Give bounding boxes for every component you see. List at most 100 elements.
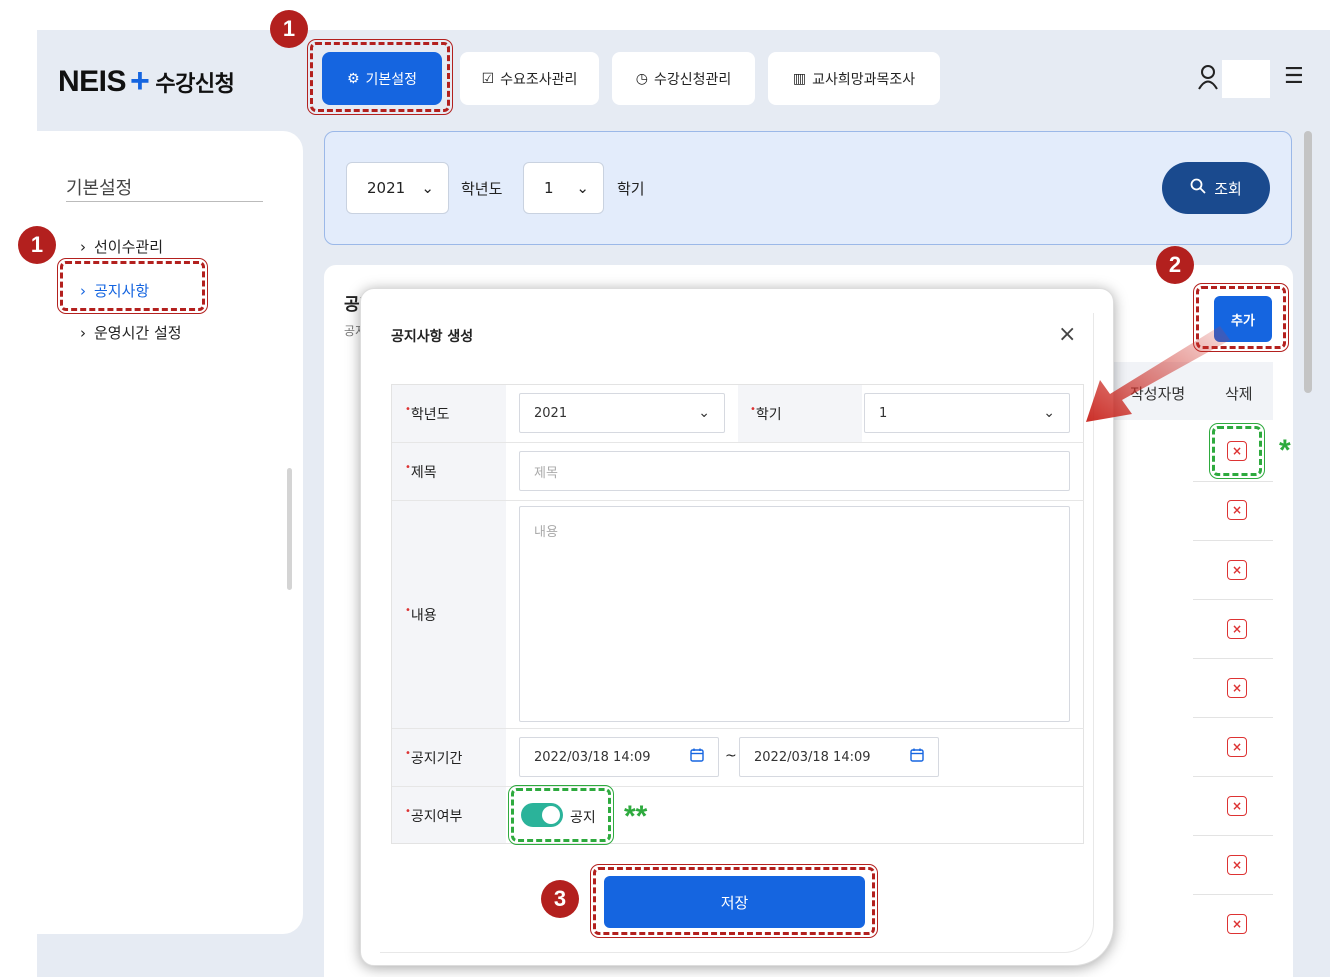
close-icon[interactable]: × xyxy=(1058,322,1076,347)
sidebar-item-label: 선이수관리 xyxy=(94,238,164,256)
step-badge: 1 xyxy=(18,226,56,264)
chevron-right-icon: › xyxy=(80,237,86,256)
search-icon xyxy=(1190,178,1206,198)
annotation-arrow-icon xyxy=(1080,318,1240,442)
row-divider xyxy=(1193,776,1273,777)
period-start-value: 2022/03/18 14:09 xyxy=(534,749,651,765)
clock-icon: ◷ xyxy=(635,70,648,87)
semester-field-label: •학기 xyxy=(750,404,782,423)
notice-field-label-text: 공지여부 xyxy=(410,809,463,825)
bar-chart-icon: ▥ xyxy=(792,70,807,87)
row-divider xyxy=(1193,481,1273,482)
user-name-box xyxy=(1222,60,1270,98)
period-start-input[interactable]: 2022/03/18 14:09 xyxy=(519,737,719,777)
logo-brand: NEIS xyxy=(58,64,127,98)
semester-select[interactable]: 1 ⌄ xyxy=(523,162,604,214)
year-field-label: •학년도 xyxy=(405,404,450,423)
sidebar-item-prerequisite[interactable]: › 선이수관리 xyxy=(80,236,163,257)
sidebar xyxy=(37,131,303,934)
subject-input[interactable]: 제목 xyxy=(519,451,1070,491)
chevron-down-icon: ⌄ xyxy=(421,179,434,197)
screen: NEIS + 수강신청 ⚙ 기본설정 ☑ 수요조사관리 ◷ 수강신청관리 ▥ 교… xyxy=(0,0,1330,977)
subject-placeholder: 제목 xyxy=(534,465,558,481)
row-divider xyxy=(1193,835,1273,836)
modal-semester-select[interactable]: 1 ⌄ xyxy=(864,393,1070,433)
form-row-divider xyxy=(392,786,1084,787)
year-field-label-text: 학년도 xyxy=(410,407,450,423)
tab-enrollment-management[interactable]: ◷ 수강신청관리 xyxy=(612,52,755,105)
hamburger-menu-icon[interactable]: ☰ xyxy=(1284,64,1304,89)
row-divider xyxy=(1193,540,1273,541)
delete-icon[interactable]: × xyxy=(1227,855,1247,875)
highlight-sidebar-notice xyxy=(57,258,208,314)
chevron-right-icon: › xyxy=(80,323,86,342)
highlight-notice-toggle xyxy=(508,785,614,845)
search-button-label: 조회 xyxy=(1214,179,1242,198)
step-badge: 2 xyxy=(1156,246,1194,284)
check-circle-icon: ☑ xyxy=(481,70,495,87)
logo[interactable]: NEIS + 수강신청 xyxy=(58,62,235,101)
form-row-divider xyxy=(392,500,1084,501)
period-end-value: 2022/03/18 14:09 xyxy=(754,749,871,765)
chevron-down-icon: ⌄ xyxy=(576,179,589,197)
modal-title: 공지사항 생성 xyxy=(391,329,474,345)
logo-sub: 수강신청 xyxy=(155,71,235,97)
subject-field-label: •제목 xyxy=(405,462,437,481)
step-badge: 3 xyxy=(541,880,579,918)
delete-icon[interactable]: × xyxy=(1227,500,1247,520)
tab-label: 교사희망과목조사 xyxy=(812,71,916,88)
notice-field-label: •공지여부 xyxy=(405,806,463,825)
user-icon[interactable] xyxy=(1197,64,1219,96)
period-field-label-text: 공지기간 xyxy=(410,751,463,767)
tab-survey-management[interactable]: ☑ 수요조사관리 xyxy=(460,52,599,105)
period-field-label: •공지기간 xyxy=(405,748,463,767)
calendar-icon[interactable] xyxy=(690,748,704,766)
main-scrollbar[interactable] xyxy=(1304,131,1312,393)
modal-year-value: 2021 xyxy=(534,405,568,421)
delete-icon[interactable]: × xyxy=(1227,560,1247,580)
row-divider xyxy=(1193,717,1273,718)
modal-semester-value: 1 xyxy=(879,405,888,421)
annotation-star: * xyxy=(1279,434,1291,467)
sidebar-item-operating-hours[interactable]: › 운영시간 설정 xyxy=(80,322,182,343)
form-row-divider xyxy=(392,728,1084,729)
tab-label: 수강신청관리 xyxy=(653,71,732,88)
delete-icon[interactable]: × xyxy=(1227,737,1247,757)
chevron-down-icon: ⌄ xyxy=(698,405,710,421)
content-field-label: •내용 xyxy=(405,605,437,624)
content-placeholder: 내용 xyxy=(534,525,558,540)
sidebar-scrollbar[interactable] xyxy=(287,468,292,590)
semester-label: 학기 xyxy=(617,180,645,198)
content-field-label-text: 내용 xyxy=(410,608,437,624)
highlight-save-button xyxy=(590,864,878,938)
row-divider xyxy=(1193,599,1273,600)
year-label: 학년도 xyxy=(461,180,503,198)
logo-plus: + xyxy=(130,62,150,100)
semester-select-value: 1 xyxy=(544,179,554,197)
search-button[interactable]: 조회 xyxy=(1162,162,1270,214)
delete-icon[interactable]: × xyxy=(1227,619,1247,639)
tab-label: 수요조사관리 xyxy=(500,71,578,88)
content-textarea[interactable]: 내용 xyxy=(519,506,1070,722)
step-badge: 1 xyxy=(270,10,308,48)
subject-field-label-text: 제목 xyxy=(410,465,437,481)
calendar-icon[interactable] xyxy=(910,748,924,766)
tab-teacher-survey[interactable]: ▥ 교사희망과목조사 xyxy=(768,52,940,105)
delete-icon[interactable]: × xyxy=(1227,678,1247,698)
form-row-divider xyxy=(392,442,1084,443)
year-select[interactable]: 2021 ⌄ xyxy=(346,162,449,214)
modal-year-select[interactable]: 2021 ⌄ xyxy=(519,393,725,433)
delete-icon[interactable]: × xyxy=(1227,796,1247,816)
row-divider xyxy=(1193,658,1273,659)
delete-icon[interactable]: × xyxy=(1227,914,1247,934)
period-end-input[interactable]: 2022/03/18 14:09 xyxy=(739,737,939,777)
highlight-tab xyxy=(307,39,453,115)
semester-field-label-text: 학기 xyxy=(755,407,782,423)
period-separator: ~ xyxy=(725,748,737,764)
annotation-double-star: ** xyxy=(624,800,648,833)
sidebar-divider xyxy=(66,201,263,202)
sidebar-item-label: 운영시간 설정 xyxy=(94,324,182,342)
sidebar-title: 기본설정 xyxy=(66,178,133,199)
year-select-value: 2021 xyxy=(367,179,406,197)
chevron-down-icon: ⌄ xyxy=(1043,405,1055,421)
